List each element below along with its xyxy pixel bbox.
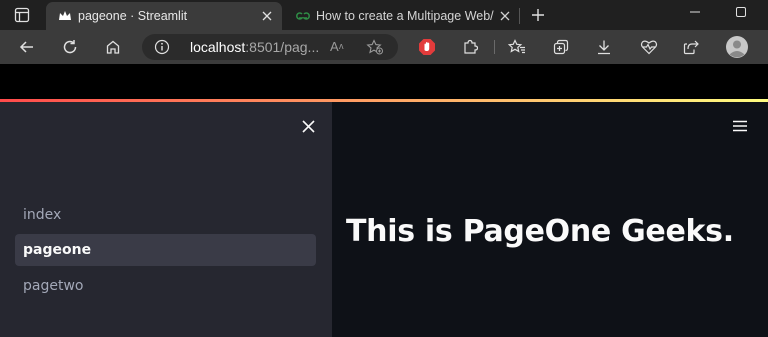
collections-button[interactable] [546, 30, 576, 64]
sidebar-item-label: pagetwo [23, 278, 84, 294]
read-aloud-icon[interactable]: A ʌ [330, 34, 350, 60]
streamlit-crown-icon [52, 10, 78, 22]
maximize-button[interactable] [726, 0, 756, 24]
minimize-button[interactable] [680, 0, 710, 24]
tab-multipage-article[interactable]: How to create a Multipage Web/ [284, 2, 520, 30]
share-icon [683, 40, 699, 55]
close-icon[interactable] [256, 11, 278, 21]
profile-button[interactable] [722, 30, 752, 64]
new-tab-icon [532, 9, 544, 21]
main-menu-button[interactable] [730, 116, 750, 136]
svg-text:A: A [330, 39, 339, 54]
url-text[interactable]: localhost:8501/pag... [190, 34, 319, 60]
refresh-icon [63, 40, 77, 54]
browser-tab-strip: pageone · Streamlit How to create a Mult… [0, 0, 768, 30]
favorites-icon [508, 39, 525, 54]
adblock-button[interactable] [412, 30, 442, 64]
adblock-icon [419, 39, 435, 55]
home-button[interactable] [98, 30, 128, 64]
url-rest: :8501/pag... [245, 39, 320, 55]
close-icon [301, 119, 315, 133]
maximize-icon [736, 7, 746, 17]
sidebar: index pageone pagetwo [0, 102, 332, 337]
extensions-button[interactable] [455, 30, 485, 64]
info-icon[interactable] [154, 34, 170, 60]
favorites-button[interactable] [502, 30, 532, 64]
downloads-button[interactable] [589, 30, 619, 64]
refresh-button[interactable] [55, 30, 85, 64]
extensions-icon [464, 39, 478, 54]
downloads-icon [598, 40, 610, 55]
tab-pageone[interactable]: pageone · Streamlit [46, 2, 282, 30]
sidebar-item-index[interactable]: index [15, 199, 316, 231]
add-favorite-icon[interactable] [366, 34, 384, 60]
minimize-icon [690, 11, 700, 13]
tab-title: pageone · Streamlit [78, 9, 188, 23]
url-host: localhost [190, 39, 246, 55]
sidebar-item-label: index [23, 207, 62, 223]
tab-title: How to create a Multipage Web/ [316, 9, 494, 23]
health-button[interactable] [634, 30, 664, 64]
close-icon[interactable] [494, 11, 516, 21]
back-button[interactable] [12, 30, 42, 64]
address-bar[interactable]: localhost:8501/pag... A ʌ [142, 34, 398, 60]
toolbar-divider [494, 40, 495, 54]
sidebar-item-pagetwo[interactable]: pagetwo [15, 270, 316, 302]
back-icon [19, 41, 33, 53]
geeksforgeeks-icon [290, 11, 316, 21]
health-icon [640, 40, 658, 55]
collections-icon [553, 39, 569, 55]
sidebar-close-button[interactable] [298, 116, 318, 136]
home-icon [106, 40, 120, 54]
tab-actions-button[interactable] [0, 0, 44, 30]
profile-icon [726, 36, 748, 58]
main-content: This is PageOne Geeks. [332, 102, 768, 337]
hamburger-menu-icon [733, 120, 747, 132]
browser-toolbar: localhost:8501/pag... A ʌ [0, 30, 768, 64]
svg-text:ʌ: ʌ [339, 41, 344, 51]
page-title: This is PageOne Geeks. [346, 214, 734, 249]
sidebar-item-label: pageone [23, 242, 92, 258]
tab-actions-icon [14, 7, 30, 23]
app-header [0, 64, 768, 100]
sidebar-item-pageone[interactable]: pageone [15, 234, 316, 266]
tab-separator [519, 8, 520, 24]
new-tab-button[interactable] [524, 0, 552, 30]
share-button[interactable] [676, 30, 706, 64]
